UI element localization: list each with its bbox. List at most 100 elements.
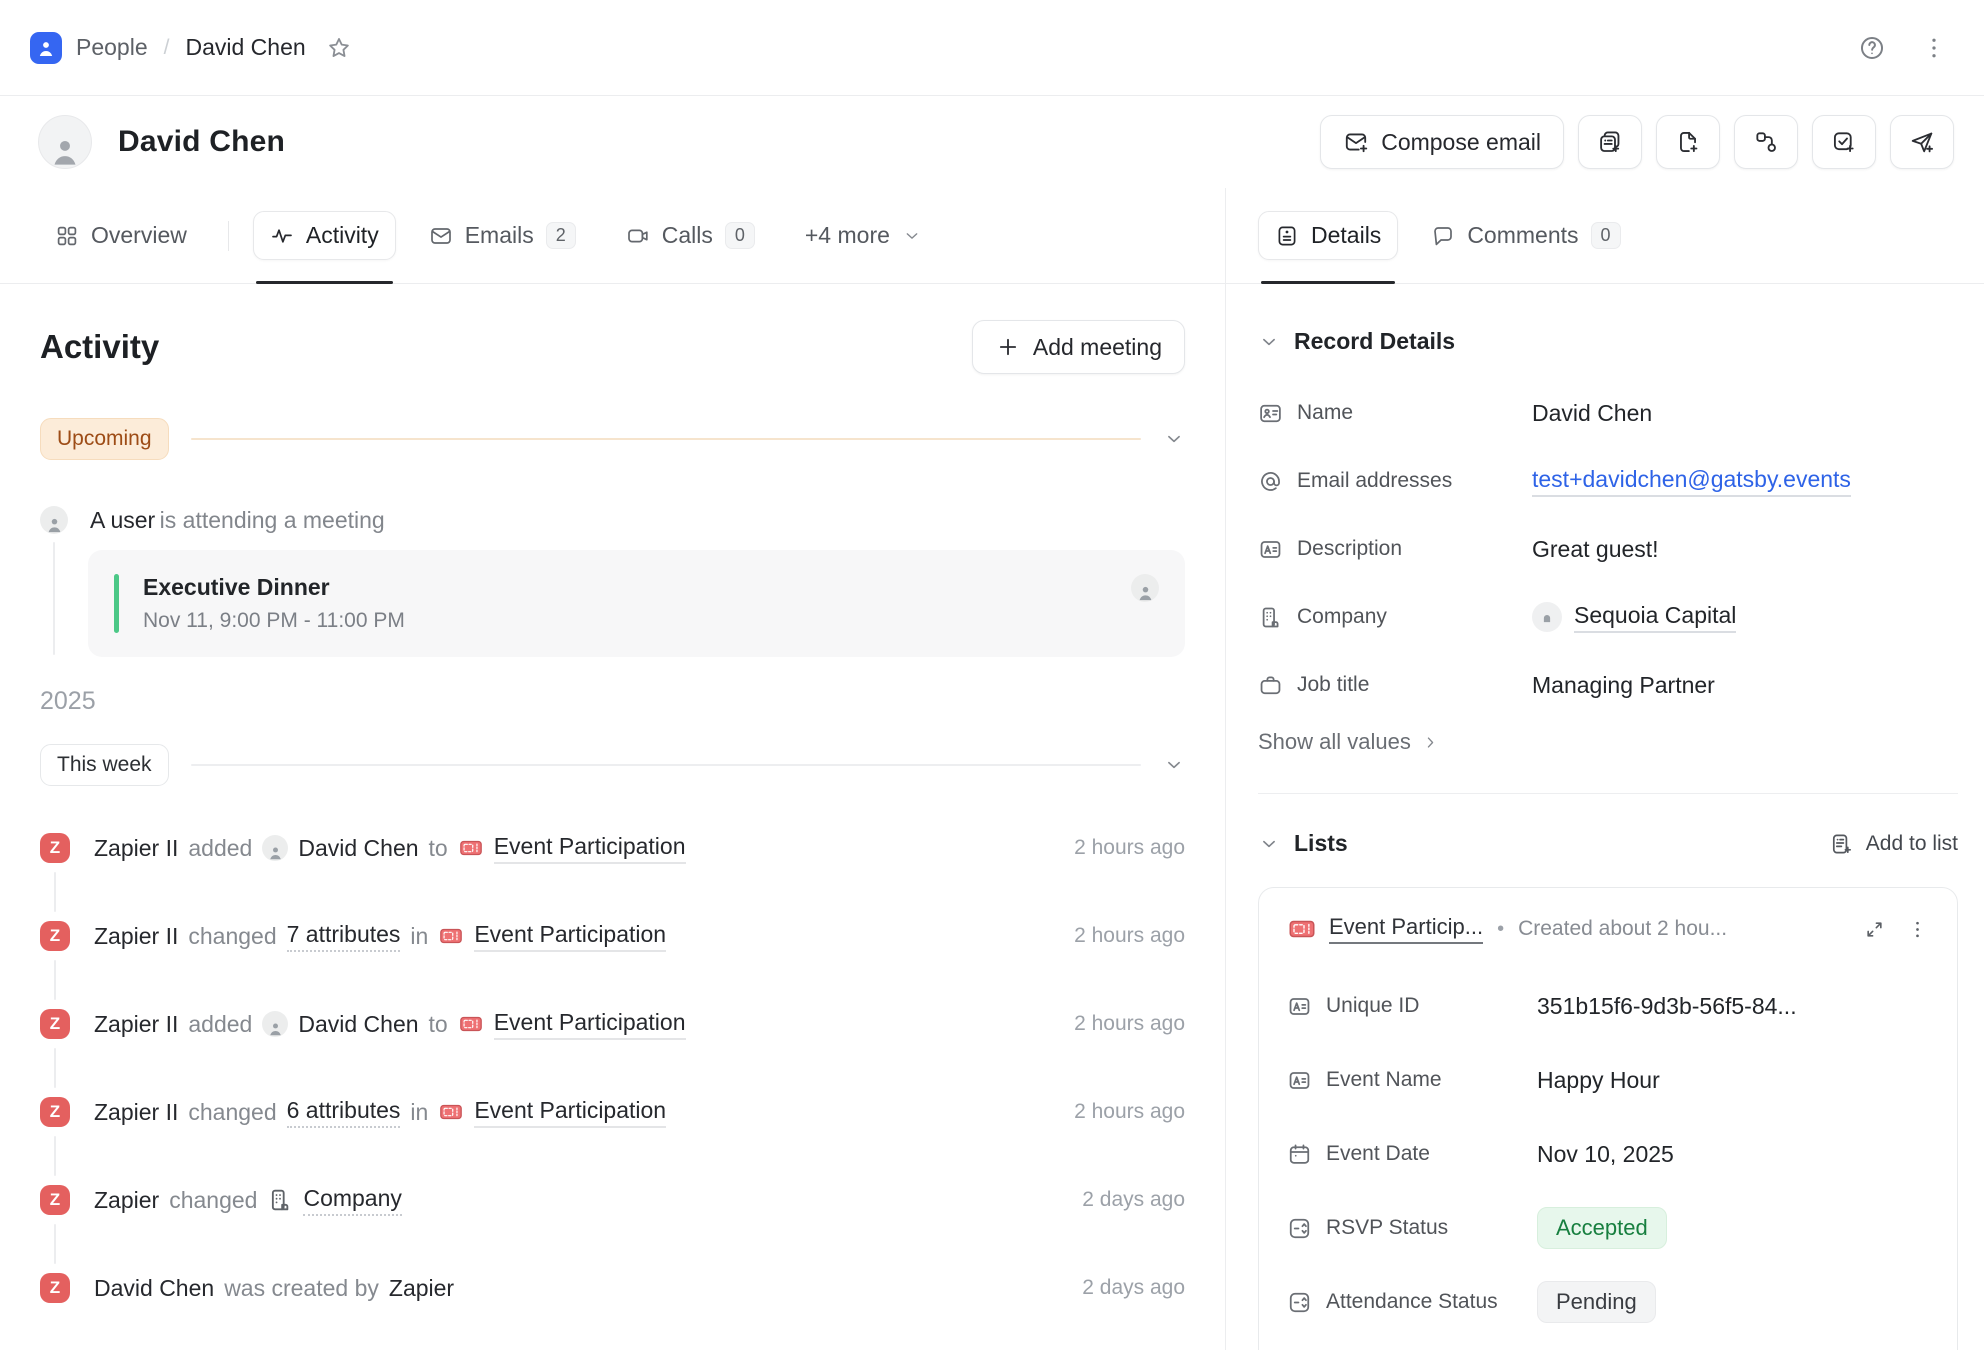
add-connection-button[interactable] — [1734, 115, 1798, 169]
activity-event-row: Z Zapier IIaddedDavid ChentoEvent Partici… — [40, 1006, 1185, 1042]
activity-event-segment: was created by — [224, 1275, 379, 1302]
add-note-button[interactable] — [1578, 115, 1642, 169]
field-label-text: Unique ID — [1326, 994, 1419, 1018]
help-icon[interactable] — [1858, 34, 1886, 62]
status-badge[interactable]: Pending — [1537, 1281, 1656, 1323]
top-actions — [1858, 34, 1948, 62]
tab-count-badge: 2 — [546, 222, 576, 250]
zapier-avatar: Z — [40, 1009, 70, 1039]
quick-action-buttons — [1578, 115, 1954, 169]
email-link[interactable]: test+davidchen@gatsby.events — [1532, 466, 1851, 497]
activity-event-link[interactable]: 6 attributes — [287, 1097, 401, 1128]
activity-event-text: Zapier IIaddedDavid ChentoEvent Particip… — [94, 1009, 1056, 1040]
building-icon — [1258, 605, 1283, 630]
meeting-accent-bar — [114, 574, 119, 633]
lists-title: Lists — [1294, 830, 1348, 857]
pulse-icon — [270, 224, 294, 248]
tab-label: Activity — [306, 222, 379, 249]
activity-event-text: David Chenwas created byZapier — [94, 1275, 1064, 1302]
tab-count-badge: 0 — [725, 222, 755, 250]
activity-event-link[interactable]: Event Participation — [494, 1009, 686, 1040]
company-link[interactable]: Sequoia Capital — [1574, 602, 1736, 633]
activity-event-row: ZZapier IIchanged7 attributesinEvent Par… — [40, 918, 1185, 954]
collapse-record-details-icon[interactable] — [1258, 331, 1280, 353]
activity-event-text: Zapier IIchanged6 attributesinEvent Part… — [94, 1097, 1056, 1128]
activity-event-link[interactable]: Company — [303, 1185, 401, 1216]
field-value: Nov 10, 2025 — [1537, 1141, 1929, 1168]
activity-event-segment: to — [429, 1011, 448, 1038]
favorite-star-icon[interactable] — [326, 35, 352, 61]
ticket-icon — [1287, 914, 1317, 944]
activity-event-link[interactable]: Event Participation — [474, 921, 666, 952]
field-row: Event NameHappy Hour — [1287, 1056, 1929, 1104]
user-avatar — [40, 506, 68, 534]
tab-label: +4 more — [805, 222, 890, 249]
list-name-link[interactable]: Event Particip... — [1329, 914, 1483, 944]
chevron-down-icon — [902, 226, 922, 246]
field-label-text: Job title — [1297, 673, 1369, 697]
tab-emails[interactable]: Emails2 — [412, 211, 593, 261]
tab-label: Overview — [91, 222, 187, 249]
field-value-text: Great guest! — [1532, 536, 1659, 563]
tab--4-more[interactable]: +4 more — [788, 211, 939, 260]
field-label: Attendance Status — [1287, 1290, 1537, 1315]
lists-header: Lists Add to list — [1258, 830, 1958, 857]
year-label: 2025 — [40, 687, 1185, 716]
activity-event-row: ZZapier IIchanged6 attributesinEvent Par… — [40, 1094, 1185, 1130]
collapse-lists-icon[interactable] — [1258, 833, 1280, 855]
attending-text: is attending a meeting — [160, 507, 385, 533]
send-sequence-button[interactable] — [1890, 115, 1954, 169]
divider — [1258, 793, 1958, 794]
show-all-values-button[interactable]: Show all values — [1258, 729, 1440, 755]
field-label-text: Attendance Status — [1326, 1290, 1498, 1314]
collapse-week-icon[interactable] — [1163, 754, 1185, 776]
more-menu-icon[interactable] — [1920, 34, 1948, 62]
field-row: Email addresses test+davidchen@gatsby.eve… — [1258, 457, 1958, 505]
tab-count-badge: 0 — [1591, 222, 1621, 250]
activity-event-segment: Zapier II — [94, 923, 178, 950]
add-task-icon — [1831, 129, 1857, 155]
list-created-text: Created about 2 hou... — [1518, 917, 1851, 941]
meeting-card[interactable]: Executive Dinner Nov 11, 9:00 PM - 11:00… — [88, 550, 1185, 657]
tab-comments[interactable]: Comments0 — [1414, 211, 1637, 261]
top-bar: People / David Chen — [0, 0, 1984, 96]
add-task-button[interactable] — [1812, 115, 1876, 169]
list-entry-menu-icon[interactable] — [1906, 918, 1929, 941]
zapier-avatar: Z — [40, 1273, 70, 1303]
activity-event-link[interactable]: Event Participation — [474, 1097, 666, 1128]
compose-email-button[interactable]: Compose email — [1320, 115, 1564, 169]
zapier-avatar: Z — [40, 1185, 70, 1215]
field-row: NameDavid Chen — [1258, 389, 1958, 437]
list-add-icon — [1830, 832, 1854, 856]
add-meeting-button[interactable]: Add meeting — [972, 320, 1185, 374]
field-label-text: Description — [1297, 537, 1402, 561]
collapse-upcoming-icon[interactable] — [1163, 428, 1185, 450]
breadcrumb-section[interactable]: People — [76, 34, 148, 61]
field-label-text: Email addresses — [1297, 469, 1452, 493]
upcoming-badge: Upcoming — [40, 418, 169, 460]
status-badge[interactable]: Accepted — [1537, 1207, 1667, 1249]
zapier-avatar: Z — [40, 833, 70, 863]
add-file-button[interactable] — [1656, 115, 1720, 169]
add-to-list-button[interactable]: Add to list — [1830, 832, 1958, 856]
avatar — [38, 115, 92, 169]
tab-activity[interactable]: Activity — [253, 211, 396, 260]
field-label-text: Event Date — [1326, 1142, 1430, 1166]
expand-icon[interactable] — [1863, 918, 1886, 941]
person-icon — [36, 38, 56, 58]
field-label: Event Name — [1287, 1068, 1537, 1093]
tab-overview[interactable]: Overview — [38, 211, 204, 260]
field-value: Happy Hour — [1537, 1067, 1929, 1094]
activity-event-row: ZDavid Chenwas created byZapier2 days ag… — [40, 1270, 1185, 1306]
field-value-text: David Chen — [1532, 400, 1652, 427]
add-note-icon — [1597, 129, 1623, 155]
tab-calls[interactable]: Calls0 — [609, 211, 772, 261]
tab-details[interactable]: Details — [1258, 211, 1398, 260]
people-object-icon[interactable] — [30, 32, 62, 64]
activity-event-link[interactable]: Event Participation — [494, 833, 686, 864]
tab-bar: Overview Activity Emails2 Calls0 +4 more Det… — [0, 188, 1984, 284]
record-details-title: Record Details — [1294, 328, 1455, 355]
activity-event-segment: Zapier II — [94, 835, 178, 862]
field-value-text: 351b15f6-9d3b-56f5-84... — [1537, 993, 1797, 1020]
activity-event-link[interactable]: 7 attributes — [287, 921, 401, 952]
